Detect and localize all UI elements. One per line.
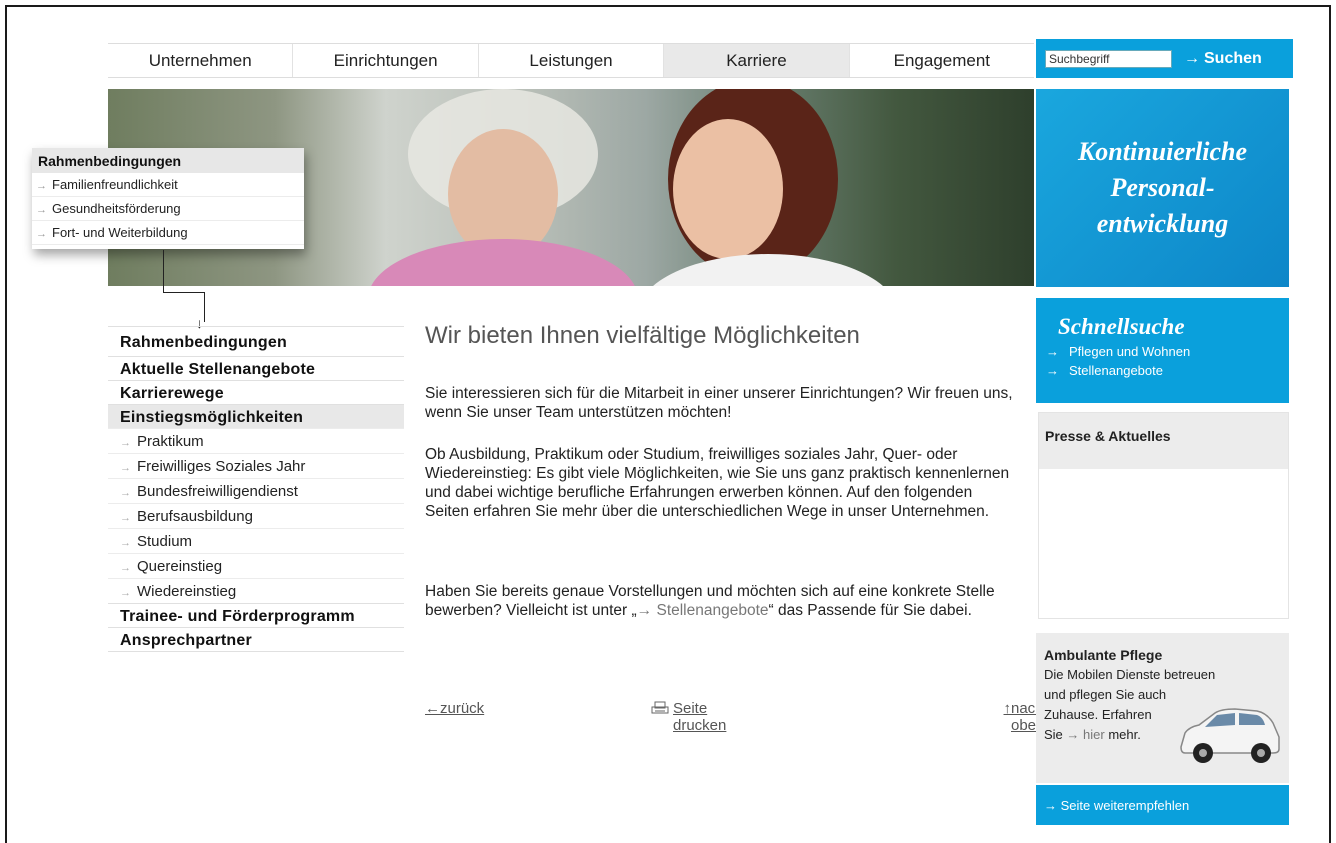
search-button[interactable]: → Suchen — [1184, 50, 1262, 68]
submenu-item-label: Gesundheitsförderung — [52, 201, 181, 216]
hero-figure-elderly-shirt — [368, 239, 638, 286]
arrow-right-icon: → — [120, 562, 131, 574]
page-actions: ← zurück Seite drucken ↑ nach oben — [425, 700, 1045, 734]
nav-sub-item[interactable]: → Quereinstieg — [108, 553, 404, 578]
tab-leistungen[interactable]: Leistungen — [479, 44, 665, 77]
search-button-label: Suchen — [1204, 49, 1262, 67]
nav-sub-item[interactable]: → Bundesfreiwilligendienst — [108, 478, 404, 503]
paragraph-text: “ das Passende für Sie dabei. — [768, 602, 972, 619]
submenu-title[interactable]: Rahmenbedingungen — [32, 148, 304, 173]
nav-sub-item[interactable]: → Wiedereinstieg — [108, 578, 404, 603]
ambulant-care-box: Ambulante Pflege Die Mobilen Dienste bet… — [1036, 633, 1289, 783]
quick-search-title: Schnellsuche — [1058, 314, 1185, 339]
nav-einstiegsmoeglichkeiten[interactable]: Einstiegsmöglichkeiten — [108, 404, 404, 428]
print-link-label: Seite drucken — [673, 700, 727, 734]
divider — [108, 651, 404, 652]
nav-sub-label: Quereinstieg — [137, 558, 223, 575]
nav-karrierewege[interactable]: Karrierewege — [108, 380, 404, 404]
ambulant-title: Ambulante Pflege — [1044, 647, 1163, 663]
quick-search-box: Schnellsuche → Pflegen und Wohnen → Stelle… — [1036, 298, 1289, 403]
page-title: Wir bieten Ihnen vielfältige Möglichkeit… — [425, 322, 860, 349]
content-paragraph: Haben Sie bereits genaue Vorstellungen u… — [425, 582, 1015, 620]
arrow-right-icon: → — [36, 228, 47, 240]
content-paragraph: Sie interessieren sich für die Mitarbeit… — [425, 385, 1013, 421]
arrow-right-icon: → — [120, 462, 131, 474]
nav-sub-label: Wiedereinstieg — [137, 583, 237, 600]
arrow-right-icon: → — [120, 437, 131, 449]
car-icon — [1180, 708, 1280, 763]
nav-sub-item[interactable]: → Freiwilliges Soziales Jahr — [108, 453, 404, 478]
ambulant-text: Die Mobilen Dienste betreuen — [1044, 667, 1216, 682]
claim-line-1: Kontinuierliche — [1077, 137, 1248, 166]
nav-sub-label: Bundesfreiwilligendienst — [137, 483, 298, 500]
printer-icon — [651, 701, 669, 714]
ambulant-text: und pflegen Sie auch — [1044, 687, 1167, 702]
arrow-right-icon: → — [36, 180, 47, 192]
nav-stellenangebote[interactable]: Aktuelle Stellenangebote — [108, 356, 404, 380]
nav-sub-label: Freiwilliges Soziales Jahr — [137, 458, 306, 475]
arrow-right-icon: → — [120, 587, 131, 599]
nav-rahmenbedingungen[interactable]: Rahmenbedingungen — [108, 326, 404, 356]
tab-einrichtungen[interactable]: Einrichtungen — [293, 44, 479, 77]
top-navigation: Unternehmen Einrichtungen Leistungen Kar… — [108, 43, 1034, 78]
arrow-right-icon: → — [1046, 363, 1059, 378]
quick-link[interactable]: → Stellenangebote — [1046, 363, 1289, 378]
news-title[interactable]: Presse & Aktuelles — [1039, 413, 1288, 469]
arrow-right-icon: → — [120, 512, 131, 524]
hero-figure-nurse-face — [673, 119, 783, 259]
submenu-item[interactable]: → Fort- und Weiterbildung — [32, 221, 304, 245]
search-input[interactable] — [1045, 49, 1172, 68]
annotation-connector — [163, 292, 205, 293]
nav-trainee[interactable]: Trainee- und Förderprogramm — [108, 603, 404, 627]
ambulant-text-part: mehr. — [1108, 727, 1141, 742]
back-link-label: zurück — [440, 700, 485, 717]
arrow-right-icon: → — [1046, 344, 1059, 359]
news-box: Presse & Aktuelles — [1038, 412, 1289, 619]
hero-figure-nurse-shirt — [638, 254, 898, 286]
nav-sub-item[interactable]: → Berufsausbildung — [108, 503, 404, 528]
submenu-item[interactable]: → Familienfreundlichkeit — [32, 173, 304, 197]
quick-link[interactable]: → Pflegen und Wohnen — [1046, 344, 1289, 359]
nav-sub-item[interactable]: → Studium — [108, 528, 404, 553]
tab-karriere[interactable]: Karriere — [664, 44, 850, 77]
claim-line-3: entwicklung — [1096, 209, 1229, 238]
submenu-item-label: Familienfreundlichkeit — [52, 177, 178, 192]
hero-claim: Kontinuierliche Personal- entwicklung — [1036, 89, 1289, 287]
tab-engagement[interactable]: Engagement — [850, 44, 1034, 77]
back-link[interactable]: ← zurück — [425, 700, 484, 717]
search-bar: →Suchen — [1036, 39, 1293, 78]
submenu-overlay: Rahmenbedingungen → Familienfreundlichkei… — [32, 148, 304, 249]
claim-line-2: Personal- — [1110, 173, 1215, 202]
nav-sub-item[interactable]: → Praktikum — [108, 428, 404, 453]
print-link[interactable]: Seite drucken — [651, 700, 726, 734]
nav-ansprechpartner[interactable]: Ansprechpartner — [108, 627, 404, 651]
nav-sub-label: Berufsausbildung — [137, 508, 253, 525]
main-content: Wir bieten Ihnen vielfältige Möglichkeit… — [417, 322, 1017, 619]
recommend-page-button[interactable]: → Seite weiterempfehlen — [1036, 785, 1289, 825]
quick-link-label: Pflegen und Wohnen — [1069, 344, 1191, 359]
arrow-right-icon: → — [120, 487, 131, 499]
arrow-right-icon: → — [1184, 49, 1200, 67]
submenu-item[interactable]: → Gesundheitsförderung — [32, 197, 304, 221]
left-navigation: Rahmenbedingungen Aktuelle Stellenangebo… — [108, 326, 404, 652]
content-paragraph: Ob Ausbildung, Praktikum oder Studium, f… — [425, 446, 1010, 520]
arrow-right-icon: → — [36, 204, 47, 216]
tab-unternehmen[interactable]: Unternehmen — [108, 44, 294, 77]
quick-link-label: Stellenangebote — [1069, 363, 1163, 378]
submenu-item-label: Fort- und Weiterbildung — [52, 225, 188, 240]
annotation-connector — [204, 292, 205, 322]
annotation-connector — [163, 250, 164, 293]
top-link[interactable]: ↑ nach oben — [1004, 700, 1045, 734]
hier-link[interactable]: → hier — [1066, 727, 1104, 742]
nav-sub-label: Studium — [137, 533, 193, 550]
ambulant-text-part: Sie — [1044, 727, 1063, 742]
nav-sub-label: Praktikum — [137, 433, 204, 450]
arrow-right-icon: → — [120, 537, 131, 549]
stellenangebote-link[interactable]: → Stellenangebote — [637, 602, 769, 619]
